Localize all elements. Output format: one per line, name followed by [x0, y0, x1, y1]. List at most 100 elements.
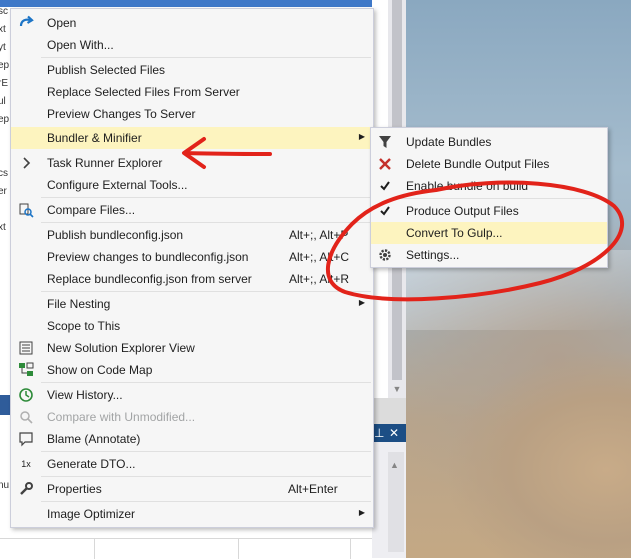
menu-separator	[400, 198, 605, 199]
menu-item-image-optimizer[interactable]: Image Optimizer ▶	[11, 503, 373, 525]
menu-item-label: Image Optimizer	[47, 507, 136, 521]
menu-item-shortcut: Alt+;, Alt+R	[289, 272, 350, 286]
delete-x-icon	[377, 156, 393, 172]
dto-icon: 1x	[21, 459, 31, 469]
compare-files-icon	[18, 202, 34, 218]
menu-item-open-with[interactable]: Open With...	[11, 34, 373, 56]
tool-window-body: ▲	[372, 442, 406, 558]
menu-item-configure-tools[interactable]: Configure External Tools...	[11, 174, 373, 196]
menu-item-file-nesting[interactable]: File Nesting ▶	[11, 293, 373, 315]
menu-item-task-runner[interactable]: Task Runner Explorer	[11, 152, 373, 174]
menu-item-enable-bundle-on-build[interactable]: Enable bundle on build	[371, 175, 607, 197]
menu-item-label: Generate DTO...	[47, 457, 136, 471]
menu-item-shortcut: Alt+;, Alt+P	[289, 228, 349, 242]
compare-icon	[18, 409, 34, 425]
tree-fragment: er	[0, 186, 7, 197]
menu-item-label: Compare Files...	[47, 203, 136, 217]
tree-fragment: yt	[0, 42, 6, 53]
scroll-down-icon[interactable]: ▼	[388, 380, 406, 398]
grid-cell	[94, 539, 239, 559]
menu-separator	[41, 291, 371, 292]
tree-fragment: sc	[0, 6, 8, 17]
tree-fragment: xt	[0, 222, 6, 233]
menu-item-shortcut: Alt+Enter	[288, 482, 338, 496]
tree-fragment: xt	[0, 24, 6, 35]
menu-item-label: New Solution Explorer View	[47, 341, 195, 355]
menu-item-label: Show on Code Map	[47, 363, 153, 377]
menu-item-label: Scope to This	[47, 319, 121, 333]
pin-icon[interactable]: ⊥	[374, 425, 384, 441]
menu-item-view-history[interactable]: View History...	[11, 384, 373, 406]
menu-item-label: Delete Bundle Output Files	[406, 157, 550, 171]
ide-title-bar	[0, 0, 391, 7]
menu-item-label: Replace bundleconfig.json from server	[47, 272, 252, 286]
menu-item-label: Publish bundleconfig.json	[47, 228, 184, 242]
tree-fragment: ul	[0, 96, 6, 107]
wrench-icon	[18, 481, 34, 497]
menu-item-scope-to-this[interactable]: Scope to This	[11, 315, 373, 337]
menu-item-publish-selected[interactable]: Publish Selected Files	[11, 59, 373, 81]
menu-item-replace-selected[interactable]: Replace Selected Files From Server	[11, 81, 373, 103]
check-icon	[377, 178, 393, 194]
menu-item-label: Publish Selected Files	[47, 63, 166, 77]
chevron-right-icon	[18, 155, 34, 171]
menu-item-update-bundles[interactable]: Update Bundles	[371, 131, 607, 153]
menu-item-label: Blame (Annotate)	[47, 432, 141, 446]
menu-item-label: File Nesting	[47, 297, 111, 311]
menu-item-new-solution-view[interactable]: New Solution Explorer View	[11, 337, 373, 359]
menu-separator	[41, 222, 371, 223]
grid-cell	[238, 539, 351, 559]
menu-item-convert-to-gulp[interactable]: Convert To Gulp...	[371, 222, 607, 244]
check-icon	[377, 203, 393, 219]
submenu-arrow-icon: ▶	[358, 508, 365, 517]
menu-item-produce-output-files[interactable]: Produce Output Files	[371, 200, 607, 222]
menu-item-preview-bundleconfig[interactable]: Preview changes to bundleconfig.json Alt…	[11, 246, 373, 268]
menu-separator	[41, 476, 371, 477]
menu-item-compare-unmodified: Compare with Unmodified...	[11, 406, 373, 428]
menu-item-delete-bundle-output[interactable]: Delete Bundle Output Files	[371, 153, 607, 175]
menu-item-label: Preview changes to bundleconfig.json	[47, 250, 249, 264]
tree-fragment: ep	[0, 114, 10, 125]
scroll-up-icon[interactable]: ▲	[390, 460, 399, 470]
menu-item-show-code-map[interactable]: Show on Code Map	[11, 359, 373, 381]
open-arrow-icon	[18, 15, 34, 31]
dock-strip	[372, 398, 406, 424]
grid-cell	[0, 539, 95, 559]
menu-separator	[41, 57, 371, 58]
menu-item-label: Preview Changes To Server	[47, 107, 196, 121]
menu-item-label: Bundler & Minifier	[47, 131, 142, 145]
menu-item-generate-dto[interactable]: 1x Generate DTO...	[11, 453, 373, 475]
solution-explorer-icon	[18, 340, 34, 356]
menu-item-label: Properties	[47, 482, 102, 496]
menu-separator	[41, 501, 371, 502]
menu-item-replace-bundleconfig[interactable]: Replace bundleconfig.json from server Al…	[11, 268, 373, 290]
submenu-arrow-icon: ▶	[358, 132, 365, 141]
menu-separator	[41, 451, 371, 452]
menu-separator	[41, 382, 371, 383]
close-icon[interactable]: ✕	[389, 425, 399, 441]
menu-item-compare-files[interactable]: Compare Files...	[11, 199, 373, 221]
solution-explorer-edge: sc xt yt ep rE ul ep cs er xt re nu	[0, 0, 10, 558]
menu-item-label: Settings...	[406, 248, 460, 262]
menu-item-label: Convert To Gulp...	[406, 226, 503, 240]
menu-item-open[interactable]: Open	[11, 12, 373, 34]
menu-item-label: Produce Output Files	[406, 204, 519, 218]
menu-item-label: Replace Selected Files From Server	[47, 85, 240, 99]
tree-fragment: ep	[0, 60, 10, 71]
menu-item-label: Configure External Tools...	[47, 178, 188, 192]
menu-item-settings[interactable]: Settings...	[371, 244, 607, 266]
menu-item-preview-changes[interactable]: Preview Changes To Server	[11, 103, 373, 125]
menu-item-label: Open With...	[47, 38, 114, 52]
menu-item-label: Update Bundles	[406, 135, 492, 149]
menu-item-label: Enable bundle on build	[406, 179, 529, 193]
menu-item-publish-bundleconfig[interactable]: Publish bundleconfig.json Alt+;, Alt+P	[11, 224, 373, 246]
bundler-submenu: Update Bundles Delete Bundle Output File…	[370, 127, 608, 268]
comment-icon	[18, 431, 34, 447]
menu-item-blame[interactable]: Blame (Annotate)	[11, 428, 373, 450]
tree-fragment: cs	[0, 168, 8, 179]
menu-separator	[41, 197, 371, 198]
tree-fragment: nu	[0, 480, 10, 491]
menu-item-properties[interactable]: Properties Alt+Enter	[11, 478, 373, 500]
menu-item-bundler-minifier[interactable]: Bundler & Minifier ▶	[11, 127, 373, 149]
desktop-wallpaper	[406, 0, 631, 558]
